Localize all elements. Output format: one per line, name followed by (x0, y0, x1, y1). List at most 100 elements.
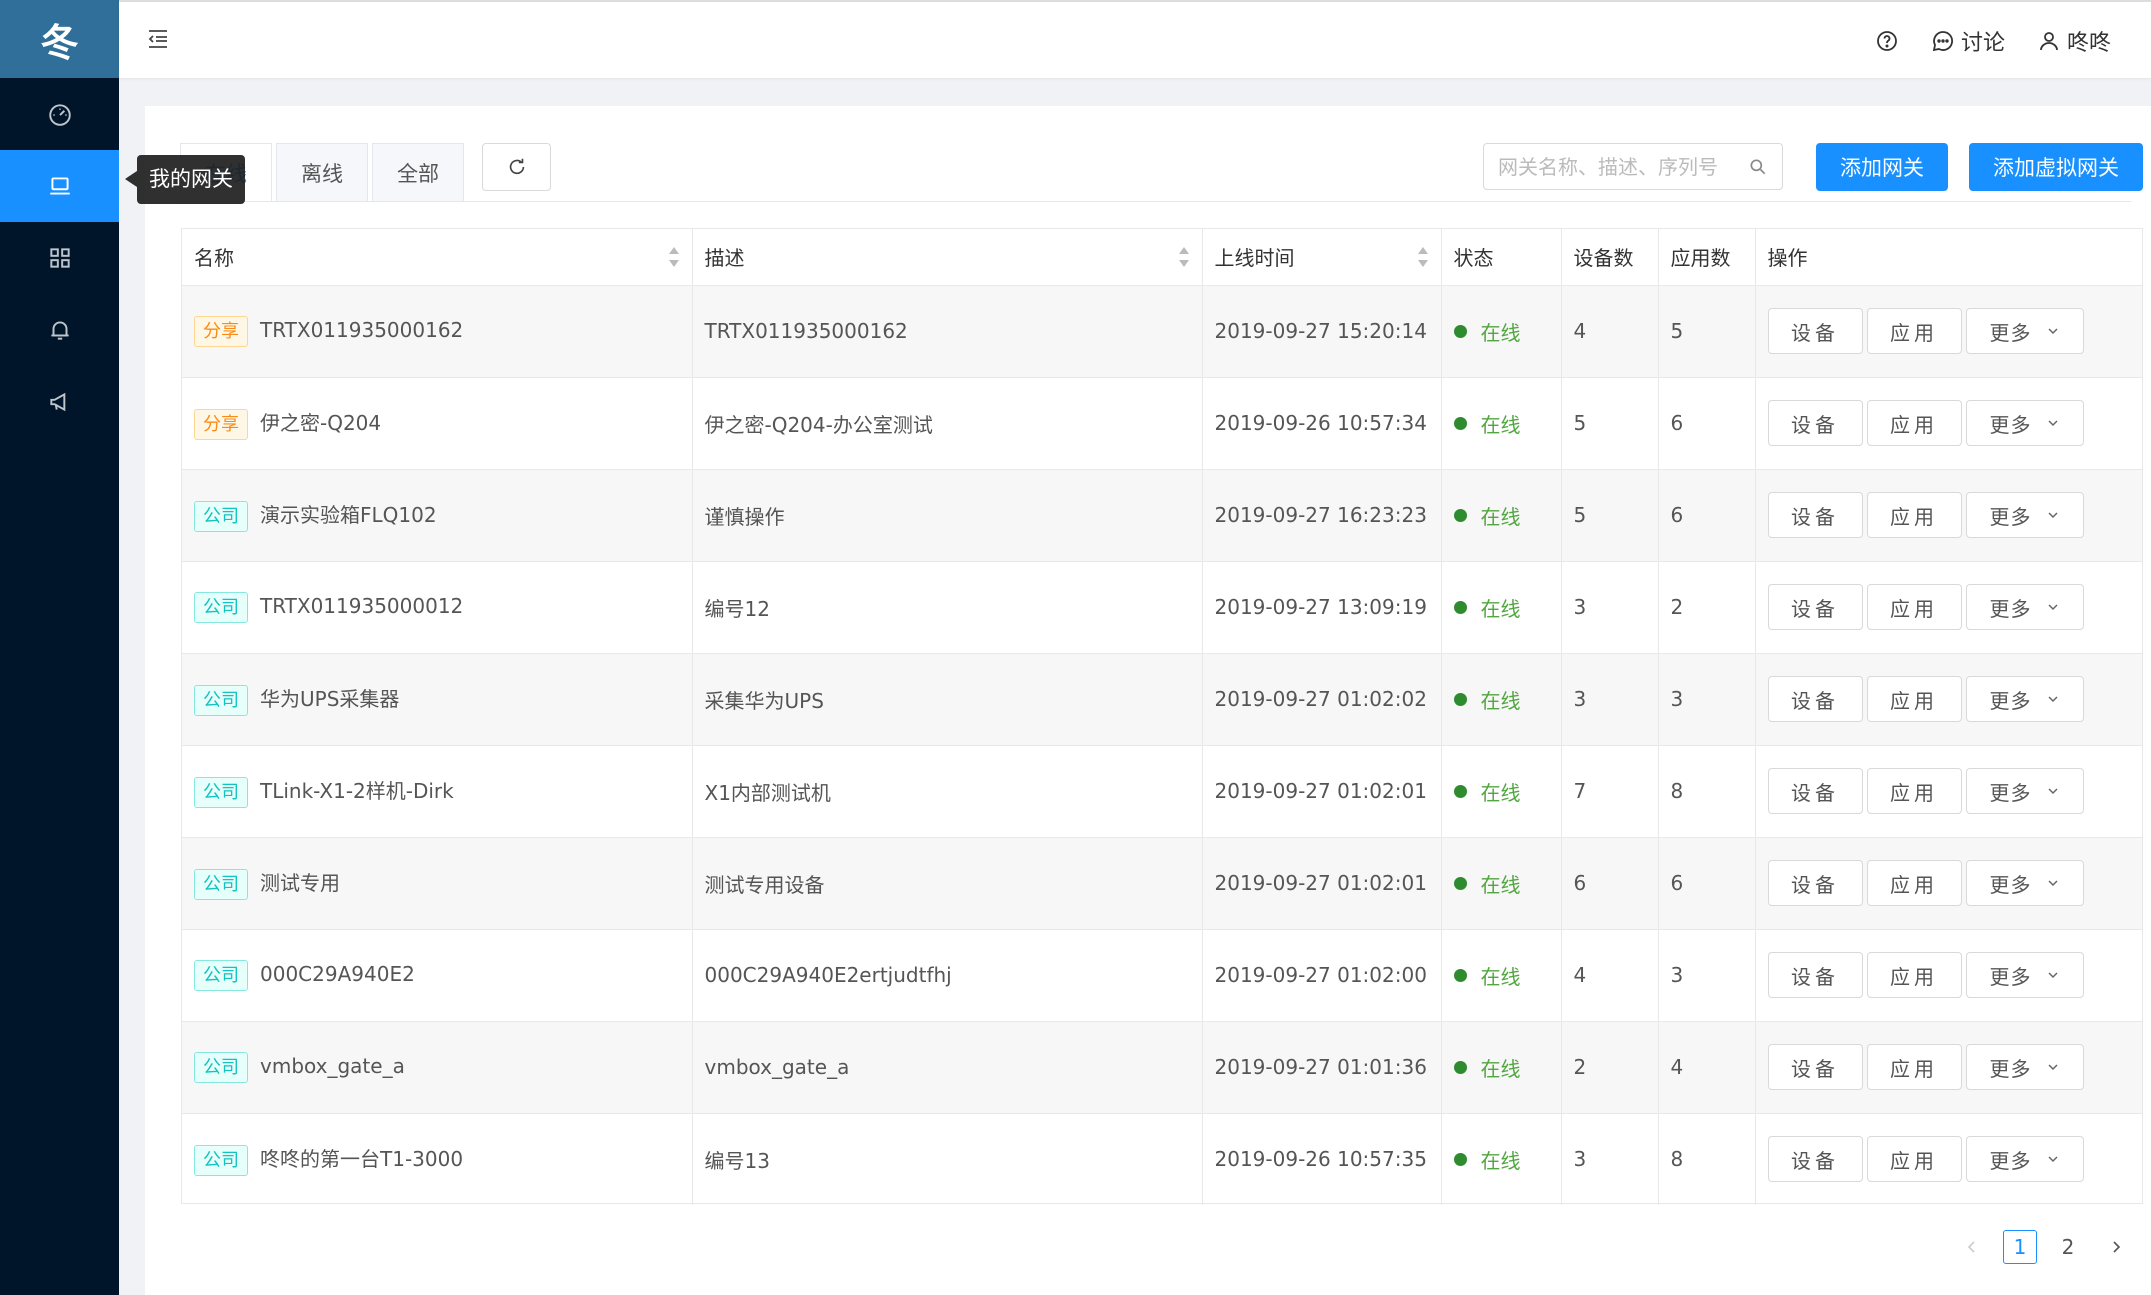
app-button[interactable]: 应用 (1866, 676, 1962, 722)
device-button[interactable]: 设备 (1767, 492, 1863, 538)
cell-status: 在线 (1441, 653, 1562, 746)
app-button[interactable]: 应用 (1866, 400, 1962, 446)
cell-name: 公司 000C29A940E2 (182, 929, 693, 1022)
sidebar-item-alerts[interactable] (0, 294, 119, 366)
cell-desc: 测试专用设备 (692, 837, 1203, 930)
device-button[interactable]: 设备 (1767, 768, 1863, 814)
sidebar-item-dashboard[interactable] (0, 78, 119, 150)
gateway-name[interactable]: TRTX011935000012 (260, 594, 463, 618)
search-input[interactable] (1498, 154, 1748, 179)
more-dropdown[interactable]: 更多 (1965, 1136, 2084, 1183)
user-name: 咚咚 (2066, 31, 2111, 56)
add-virtual-gateway-button[interactable]: 添加虚拟网关 (1969, 143, 2143, 191)
gateway-name[interactable]: vmbox_gate_a (260, 1054, 405, 1078)
company-badge: 公司 (194, 868, 248, 900)
sidebar-item-announce[interactable] (0, 366, 119, 438)
next-page-button[interactable] (2099, 1230, 2133, 1264)
cell-apps: 6 (1658, 377, 1756, 470)
gateway-table: 名称 描述 上线时间 状态 设备数 应用数 操作 分享 TRTX011935000… (181, 228, 2143, 1205)
tab-offline[interactable]: 离线 (276, 143, 368, 201)
page-1-button[interactable]: 1 (2003, 1230, 2037, 1264)
gateway-name[interactable]: 000C29A940E2 (260, 962, 415, 986)
device-button[interactable]: 设备 (1767, 1044, 1863, 1090)
more-dropdown[interactable]: 更多 (1965, 860, 2084, 906)
more-dropdown[interactable]: 更多 (1965, 1044, 2084, 1090)
device-button[interactable]: 设备 (1767, 952, 1863, 998)
app-button[interactable]: 应用 (1866, 1044, 1962, 1090)
more-label: 更多 (1989, 1148, 2032, 1173)
cell-desc: 采集华为UPS (692, 653, 1203, 746)
app-button[interactable]: 应用 (1866, 492, 1962, 538)
tabs-divider (180, 201, 2131, 202)
status-text: 在线 (1480, 1148, 1521, 1173)
gateway-name[interactable]: 演示实验箱FLQ102 (260, 503, 437, 527)
more-dropdown[interactable]: 更多 (1965, 952, 2084, 998)
prev-page-button[interactable] (1955, 1230, 1989, 1264)
gateway-name[interactable]: 华为UPS采集器 (260, 687, 399, 711)
more-label: 更多 (1989, 780, 2032, 805)
app-button[interactable]: 应用 (1866, 860, 1962, 906)
cell-time: 2019-09-27 16:23:23 (1202, 469, 1442, 562)
status-text: 在线 (1480, 412, 1521, 437)
device-button[interactable]: 设备 (1767, 676, 1863, 722)
column-header-desc[interactable]: 描述 (692, 229, 1203, 286)
app-button[interactable]: 应用 (1866, 308, 1962, 354)
more-dropdown[interactable]: 更多 (1965, 676, 2084, 722)
tab-all[interactable]: 全部 (372, 143, 464, 201)
cell-actions: 设备 应用 更多 (1755, 561, 2142, 654)
column-header-name[interactable]: 名称 (182, 229, 693, 286)
cell-devices: 3 (1561, 561, 1659, 654)
device-button[interactable]: 设备 (1767, 1136, 1863, 1183)
cell-apps: 3 (1658, 653, 1756, 746)
cell-time: 2019-09-27 13:09:19 (1202, 561, 1442, 654)
discuss-button[interactable]: 讨论 (1931, 25, 2005, 57)
table-row: 分享 伊之密-Q204 伊之密-Q204-办公室测试 2019-09-26 10:57… (182, 377, 2142, 470)
device-button[interactable]: 设备 (1767, 584, 1863, 630)
app-button[interactable]: 应用 (1866, 952, 1962, 998)
cell-desc: 编号12 (692, 561, 1203, 654)
menu-fold-icon[interactable] (147, 28, 169, 50)
status-dot (1453, 416, 1467, 430)
more-dropdown[interactable]: 更多 (1965, 492, 2084, 538)
device-button[interactable]: 设备 (1767, 400, 1863, 446)
chevron-left-icon (1967, 1241, 1975, 1253)
sort-icon[interactable] (668, 247, 680, 267)
status-text: 在线 (1480, 596, 1521, 621)
gateway-name[interactable]: TRTX011935000162 (260, 318, 463, 342)
page-2-button[interactable]: 2 (2051, 1230, 2085, 1264)
sidebar-item-gateway[interactable] (0, 150, 119, 222)
column-header-time[interactable]: 上线时间 (1202, 229, 1442, 286)
refresh-icon (509, 158, 524, 175)
cell-time: 2019-09-26 10:57:34 (1202, 377, 1442, 470)
sort-icon[interactable] (1417, 247, 1429, 267)
gateway-name[interactable]: TLink-X1-2样机-Dirk (260, 779, 454, 803)
search-icon[interactable] (1748, 157, 1768, 177)
help-button[interactable] (1875, 29, 1899, 53)
app-button[interactable]: 应用 (1866, 1136, 1962, 1183)
message-icon (1932, 31, 1953, 52)
gateway-name[interactable]: 测试专用 (260, 871, 340, 895)
more-dropdown[interactable]: 更多 (1965, 584, 2084, 630)
company-badge: 公司 (194, 776, 248, 808)
cell-apps: 8 (1658, 1113, 1756, 1205)
more-dropdown[interactable]: 更多 (1965, 768, 2084, 814)
company-badge: 公司 (194, 959, 248, 991)
discuss-label: 讨论 (1960, 31, 2005, 56)
device-button[interactable]: 设备 (1767, 308, 1863, 354)
gateway-name[interactable]: 咚咚的第一台T1-3000 (260, 1147, 463, 1171)
gateway-name[interactable]: 伊之密-Q204 (260, 411, 381, 435)
sidebar-item-apps[interactable] (0, 222, 119, 294)
app-button[interactable]: 应用 (1866, 768, 1962, 814)
sort-icon[interactable] (1178, 247, 1190, 267)
more-dropdown[interactable]: 更多 (1965, 308, 2084, 354)
add-gateway-button[interactable]: 添加网关 (1816, 143, 1948, 191)
user-menu[interactable]: 咚咚 (2037, 25, 2111, 57)
top-header: 讨论 咚咚 (119, 0, 2151, 78)
device-button[interactable]: 设备 (1767, 860, 1863, 906)
more-dropdown[interactable]: 更多 (1965, 400, 2084, 446)
refresh-button[interactable] (482, 143, 551, 191)
app-logo[interactable]: 冬 (0, 0, 119, 78)
app-button[interactable]: 应用 (1866, 584, 1962, 630)
share-badge: 分享 (194, 315, 248, 347)
company-badge: 公司 (194, 500, 248, 532)
